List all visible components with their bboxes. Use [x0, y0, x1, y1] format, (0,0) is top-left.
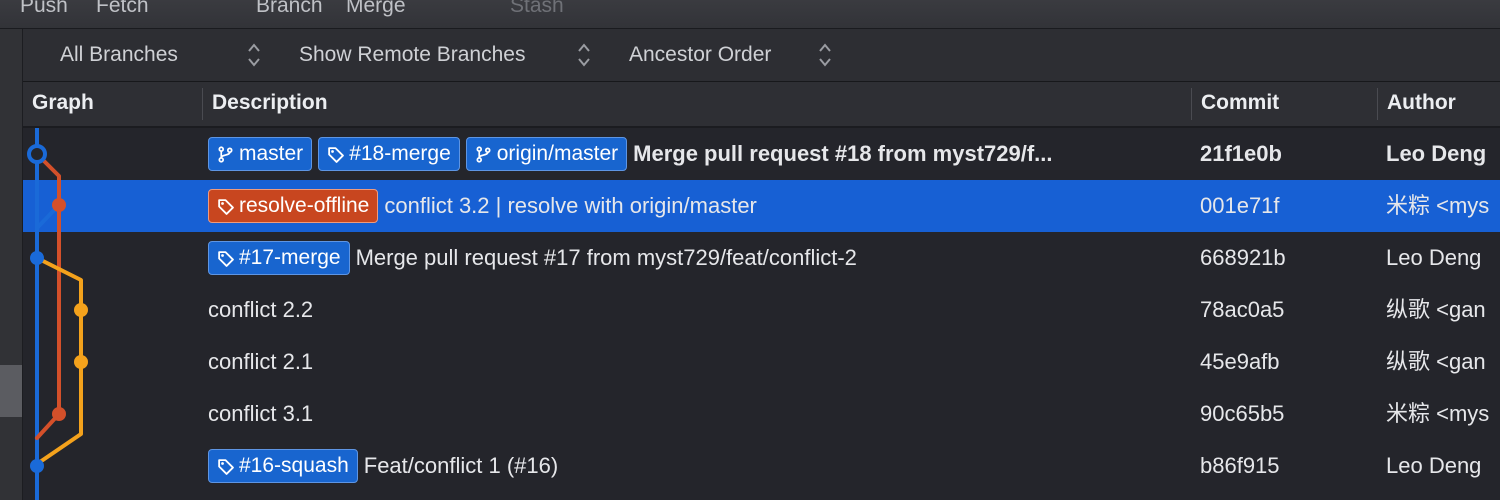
badge-label: #16-squash — [239, 454, 349, 477]
commit-row[interactable]: conflict 3.1 90c65b5 米粽 <mys — [23, 388, 1500, 440]
updown-chevron-icon — [819, 43, 831, 67]
badge-label: #18-merge — [349, 142, 451, 165]
remote-branches-select[interactable]: Show Remote Branches — [299, 29, 525, 81]
column-divider[interactable] — [1377, 88, 1378, 120]
branches-filter-select[interactable]: All Branches — [60, 29, 178, 81]
description-cell: conflict 2.2 — [208, 284, 1188, 336]
description-column-header[interactable]: Description — [212, 82, 328, 126]
description-cell: master #18-merge origin/master Merge pull r… — [208, 128, 1188, 180]
commit-hash: b86f915 — [1200, 453, 1280, 478]
commit-message: Merge pull request #17 from myst729/feat… — [355, 245, 857, 270]
commit-hash: 45e9afb — [1200, 349, 1280, 374]
fetch-button[interactable]: Fetch — [96, 0, 149, 18]
filter-bar: All Branches Show Remote Branches Ancest… — [23, 29, 1500, 82]
tag-icon — [218, 250, 234, 267]
column-divider[interactable] — [202, 88, 203, 120]
badge-label: master — [239, 142, 304, 165]
branch-badge[interactable]: origin/master — [465, 137, 628, 171]
order-select[interactable]: Ancestor Order — [629, 29, 771, 81]
commit-row[interactable]: #16-squash Feat/conflict 1 (#16) b86f915 Le… — [23, 440, 1500, 492]
updown-chevron-icon — [248, 43, 260, 67]
toolbar: Push Fetch Branch Merge Stash — [0, 0, 1500, 29]
description-cell: #16-squash Feat/conflict 1 (#16) — [208, 440, 1188, 492]
commit-list: master #18-merge origin/master Merge pull r… — [23, 128, 1500, 500]
badge-label: origin/master — [496, 142, 619, 165]
window-gutter — [0, 29, 23, 500]
commit-author: 米粽 <mys — [1386, 401, 1490, 426]
merge-button[interactable]: Merge — [346, 0, 406, 18]
commit-row[interactable]: resolve-offline conflict 3.2 | resolve wi… — [23, 180, 1500, 232]
commit-author: 米粽 <mys — [1386, 193, 1490, 218]
commit-row[interactable]: conflict 2.2 78ac0a5 纵歌 <gan — [23, 284, 1500, 336]
branches-filter-label: All Branches — [60, 43, 178, 66]
commit-author: Leo Deng — [1386, 141, 1487, 166]
graph-column-header[interactable]: Graph — [32, 82, 94, 126]
tag-icon — [218, 458, 234, 475]
updown-chevron-icon — [578, 43, 590, 67]
commit-message: Feat/conflict 1 (#16) — [363, 453, 559, 478]
author-column-header[interactable]: Author — [1387, 82, 1456, 126]
commit-row[interactable]: #17-merge Merge pull request #17 from mys… — [23, 232, 1500, 284]
branch-button[interactable]: Branch — [256, 0, 323, 18]
commit-message: conflict 3.1 — [208, 401, 314, 426]
description-cell: conflict 2.1 — [208, 336, 1188, 388]
commit-message: conflict 2.1 — [208, 349, 314, 374]
tag-badge[interactable]: resolve-offline — [208, 189, 379, 223]
commit-hash: 78ac0a5 — [1200, 297, 1285, 322]
commit-row[interactable]: master #18-merge origin/master Merge pull r… — [23, 128, 1500, 180]
commit-column-header[interactable]: Commit — [1201, 82, 1279, 126]
order-label: Ancestor Order — [629, 43, 772, 66]
commit-hash: 001e71f — [1200, 193, 1280, 218]
description-cell: #17-merge Merge pull request #17 from mys… — [208, 232, 1188, 284]
commit-author: Leo Deng — [1386, 453, 1482, 478]
stash-button[interactable]: Stash — [510, 0, 564, 18]
remote-branches-label: Show Remote Branches — [299, 43, 526, 66]
commit-author: 纵歌 <gan — [1386, 349, 1486, 374]
commit-row[interactable]: conflict 2.1 45e9afb 纵歌 <gan — [23, 336, 1500, 388]
column-divider[interactable] — [1191, 88, 1192, 120]
commit-message: Merge pull request #18 from myst729/f... — [633, 141, 1053, 166]
gutter-scroll-thumb[interactable] — [0, 365, 22, 417]
column-header: Graph Description Commit Author — [23, 82, 1500, 128]
branch-icon — [218, 145, 233, 163]
tag-badge[interactable]: #18-merge — [318, 137, 460, 171]
badge-label: #17-merge — [239, 246, 341, 269]
badge-label: resolve-offline — [239, 194, 370, 217]
tag-badge[interactable]: #16-squash — [208, 449, 358, 483]
commit-hash: 668921b — [1200, 245, 1286, 270]
commit-hash: 90c65b5 — [1200, 401, 1285, 426]
branch-icon — [476, 145, 491, 163]
push-button[interactable]: Push — [20, 0, 68, 18]
commit-message: conflict 3.2 | resolve with origin/maste… — [384, 193, 757, 218]
commit-message: conflict 2.2 — [208, 297, 314, 322]
branch-badge[interactable]: master — [208, 137, 313, 171]
commit-author: 纵歌 <gan — [1386, 297, 1486, 322]
description-cell: conflict 3.1 — [208, 388, 1188, 440]
description-cell: resolve-offline conflict 3.2 | resolve wi… — [208, 180, 1188, 232]
commit-author: Leo Deng — [1386, 245, 1482, 270]
tag-icon — [218, 198, 234, 215]
commit-hash: 21f1e0b — [1200, 141, 1282, 166]
tag-icon — [328, 146, 345, 163]
tag-badge[interactable]: #17-merge — [208, 241, 350, 275]
